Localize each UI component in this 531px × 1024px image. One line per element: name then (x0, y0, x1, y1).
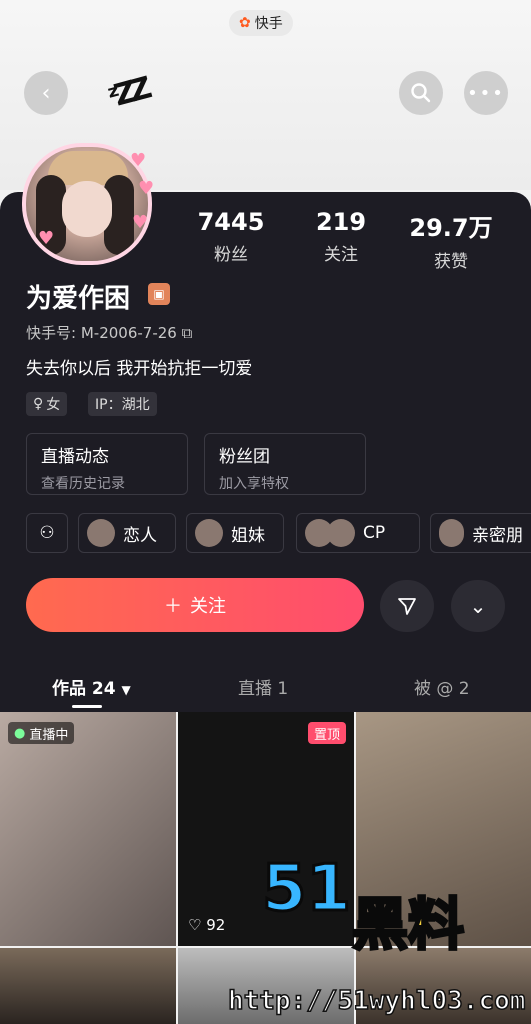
tab-mentioned[interactable]: 被 @ 2 (414, 674, 470, 699)
card-subtitle: 查看历史记录 (41, 476, 125, 492)
back-button[interactable]: ‹ (24, 71, 68, 115)
video-thumbnail[interactable]: ● 直播中 (0, 712, 176, 946)
relation-avatar (327, 519, 355, 547)
stat-value: 29.7万 (409, 214, 493, 242)
likes-count: ♡ 92 (188, 916, 225, 934)
watermark-brand-number: 51 (260, 851, 352, 928)
tab-works[interactable]: 作品 24 ▼ (52, 674, 131, 699)
stat-label: 获赞 (434, 252, 468, 272)
tab-label: 作品 24 (52, 679, 116, 699)
relation-label: 姐妹 (231, 525, 265, 546)
id-label: 快手号: (26, 324, 77, 342)
likes-value: 92 (206, 916, 226, 934)
live-dot-icon: ● (14, 725, 26, 741)
relation-avatar (87, 519, 115, 547)
avatar-face-shape (62, 181, 112, 237)
more-button[interactable]: ••• (464, 71, 508, 115)
tab-live[interactable]: 直播 1 (238, 674, 288, 699)
search-button[interactable] (399, 71, 443, 115)
send-icon (398, 598, 416, 615)
watermark-url: http://51wyhl03.com (227, 985, 526, 1017)
id-value: M-2006-7-26 (80, 324, 177, 342)
app-name: 快手 (254, 16, 283, 32)
stat-followers[interactable]: 7445 粉丝 (176, 208, 286, 265)
stat-following[interactable]: 219 关注 (286, 208, 396, 265)
heart-icon: ♥ (138, 178, 155, 199)
relation-label: 亲密朋 (472, 525, 523, 546)
relation-label: CP (363, 523, 386, 543)
card-title: 直播动态 (41, 447, 109, 467)
share-button[interactable] (380, 580, 434, 632)
relation-avatar (195, 519, 223, 547)
live-badge: ● 直播中 (8, 722, 75, 744)
relation-label: 恋人 (123, 525, 157, 546)
relation-chip-lover[interactable]: 恋人 (78, 513, 176, 553)
level-badge-icon[interactable]: ▣ (148, 283, 170, 305)
gender-tag: ♀ 女 (26, 392, 68, 416)
relation-avatar (439, 519, 464, 547)
card-subtitle: 加入享特权 (219, 476, 289, 492)
gender-label: 女 (46, 397, 61, 413)
add-relation-button[interactable]: ⚇ (26, 513, 68, 553)
relation-chip-close-friend[interactable]: 亲密朋 (430, 513, 531, 553)
card-title: 粉丝团 (219, 447, 270, 467)
stat-value: 7445 (197, 208, 265, 236)
stat-value: 219 (315, 208, 367, 236)
kuaishou-id: 快手号: M-2006-7-26 ⧉ (26, 322, 192, 343)
app-source-pill: ✿ 快手 (229, 10, 293, 36)
kuaishou-logo-icon: ✿ (239, 15, 251, 31)
relation-chip-cp[interactable]: CP (296, 513, 420, 553)
watermark-brand-text: 黑料 (351, 892, 466, 960)
heart-icon: ♥ (38, 228, 55, 249)
video-thumbnail[interactable] (0, 948, 176, 1024)
chevron-down-icon: ⌄ (469, 594, 487, 618)
live-badge-label: 直播中 (29, 727, 69, 743)
back-icon: ‹ (41, 80, 51, 106)
live-history-card[interactable]: 直播动态 查看历史记录 (26, 433, 188, 495)
ip-tag: IP：湖北 (88, 392, 157, 416)
more-icon: ••• (467, 82, 505, 104)
female-icon: ♀ (33, 396, 44, 412)
stat-label: 关注 (324, 245, 358, 265)
expand-button[interactable]: ⌄ (451, 580, 505, 632)
active-tab-indicator (72, 705, 102, 708)
pinned-badge: 置顶 (307, 722, 346, 744)
fan-club-card[interactable]: 粉丝团 加入享特权 (204, 433, 366, 495)
search-icon (411, 83, 431, 103)
caret-down-icon: ▼ (121, 683, 131, 697)
add-user-icon: ⚇ (39, 523, 55, 543)
plus-icon: ＋ (164, 596, 182, 617)
relation-chip-sister[interactable]: 姐妹 (186, 513, 284, 553)
stat-label: 粉丝 (214, 245, 248, 265)
heart-outline-icon: ♡ (188, 916, 202, 934)
heart-icon: ♥ (130, 150, 147, 171)
profile-bio: 失去你以后 我开始抗拒一切爱 (26, 359, 253, 379)
ip-label: IP：湖北 (95, 397, 150, 413)
stat-likes[interactable]: 29.7万 获赞 (396, 208, 506, 272)
follow-label: 关注 (190, 596, 226, 617)
follow-button[interactable]: ＋ 关注 (26, 578, 364, 632)
profile-name: 为爱作困 (26, 284, 131, 314)
heart-icon: ♥ (132, 212, 149, 233)
copy-icon[interactable]: ⧉ (182, 324, 193, 342)
